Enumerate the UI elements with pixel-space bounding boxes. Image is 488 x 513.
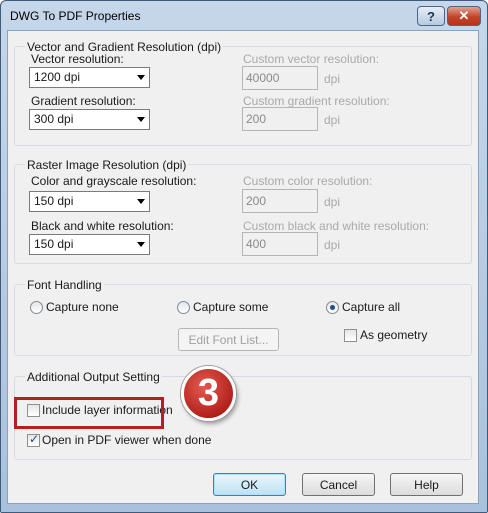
gradient-resolution-label: Gradient resolution: (31, 94, 136, 108)
bw-resolution-select[interactable]: 150 dpi (29, 234, 150, 255)
help-button[interactable]: Help (390, 473, 463, 496)
as-geometry-checkbox[interactable] (344, 329, 357, 342)
color-resolution-select[interactable]: 150 dpi (29, 191, 150, 212)
custom-gradient-unit: dpi (324, 113, 341, 127)
cancel-button[interactable]: Cancel (302, 473, 375, 496)
help-icon[interactable]: ? (417, 6, 445, 26)
as-geometry-label[interactable]: As geometry (360, 328, 427, 342)
custom-bw-field[interactable]: 400 (242, 232, 318, 256)
vector-resolution-select[interactable]: 1200 dpi (29, 67, 150, 88)
output-setting-legend: Additional Output Setting (25, 370, 162, 384)
capture-all-radio[interactable] (326, 301, 339, 314)
custom-gradient-label: Custom gradient resolution: (243, 94, 390, 108)
chevron-down-icon (137, 75, 145, 80)
custom-vector-field[interactable]: 40000 (242, 66, 318, 90)
title-bar[interactable]: DWG To PDF Properties ? ✕ (1, 1, 487, 31)
custom-vector-unit: dpi (324, 72, 341, 86)
open-viewer-label[interactable]: Open in PDF viewer when done (42, 433, 211, 447)
custom-color-label: Custom color resolution: (243, 174, 373, 188)
gradient-resolution-value: 300 dpi (34, 112, 74, 126)
gradient-resolution-select[interactable]: 300 dpi (29, 109, 150, 130)
dialog-title: DWG To PDF Properties (10, 9, 141, 23)
bw-resolution-label: Black and white resolution: (31, 219, 174, 233)
capture-all-label[interactable]: Capture all (342, 300, 400, 314)
bw-resolution-value: 150 dpi (34, 237, 74, 251)
capture-some-radio[interactable] (177, 301, 190, 314)
chevron-down-icon (137, 117, 145, 122)
capture-none-radio[interactable] (30, 301, 43, 314)
custom-color-field[interactable]: 200 (242, 189, 318, 213)
capture-none-label[interactable]: Capture none (46, 300, 119, 314)
vector-resolution-label: Vector resolution: (31, 52, 124, 66)
ok-button[interactable]: OK (213, 473, 286, 496)
custom-color-unit: dpi (324, 195, 341, 209)
close-icon[interactable]: ✕ (447, 6, 481, 26)
custom-gradient-field[interactable]: 200 (242, 107, 318, 131)
edit-font-list-button[interactable]: Edit Font List... (178, 328, 279, 351)
step-highlight-box (14, 397, 164, 429)
font-handling-legend: Font Handling (25, 278, 104, 292)
vector-resolution-value: 1200 dpi (34, 70, 81, 84)
custom-bw-label: Custom black and white resolution: (243, 219, 430, 233)
raster-legend: Raster Image Resolution (dpi) (25, 158, 189, 172)
capture-some-label[interactable]: Capture some (193, 300, 268, 314)
color-resolution-value: 150 dpi (34, 194, 74, 208)
chevron-down-icon (137, 242, 145, 247)
custom-vector-label: Custom vector resolution: (243, 52, 380, 66)
open-viewer-checkbox[interactable] (27, 432, 40, 447)
custom-bw-unit: dpi (324, 238, 341, 252)
step-number-badge: 3 (181, 366, 236, 421)
color-resolution-label: Color and grayscale resolution: (31, 174, 197, 188)
chevron-down-icon (137, 199, 145, 204)
